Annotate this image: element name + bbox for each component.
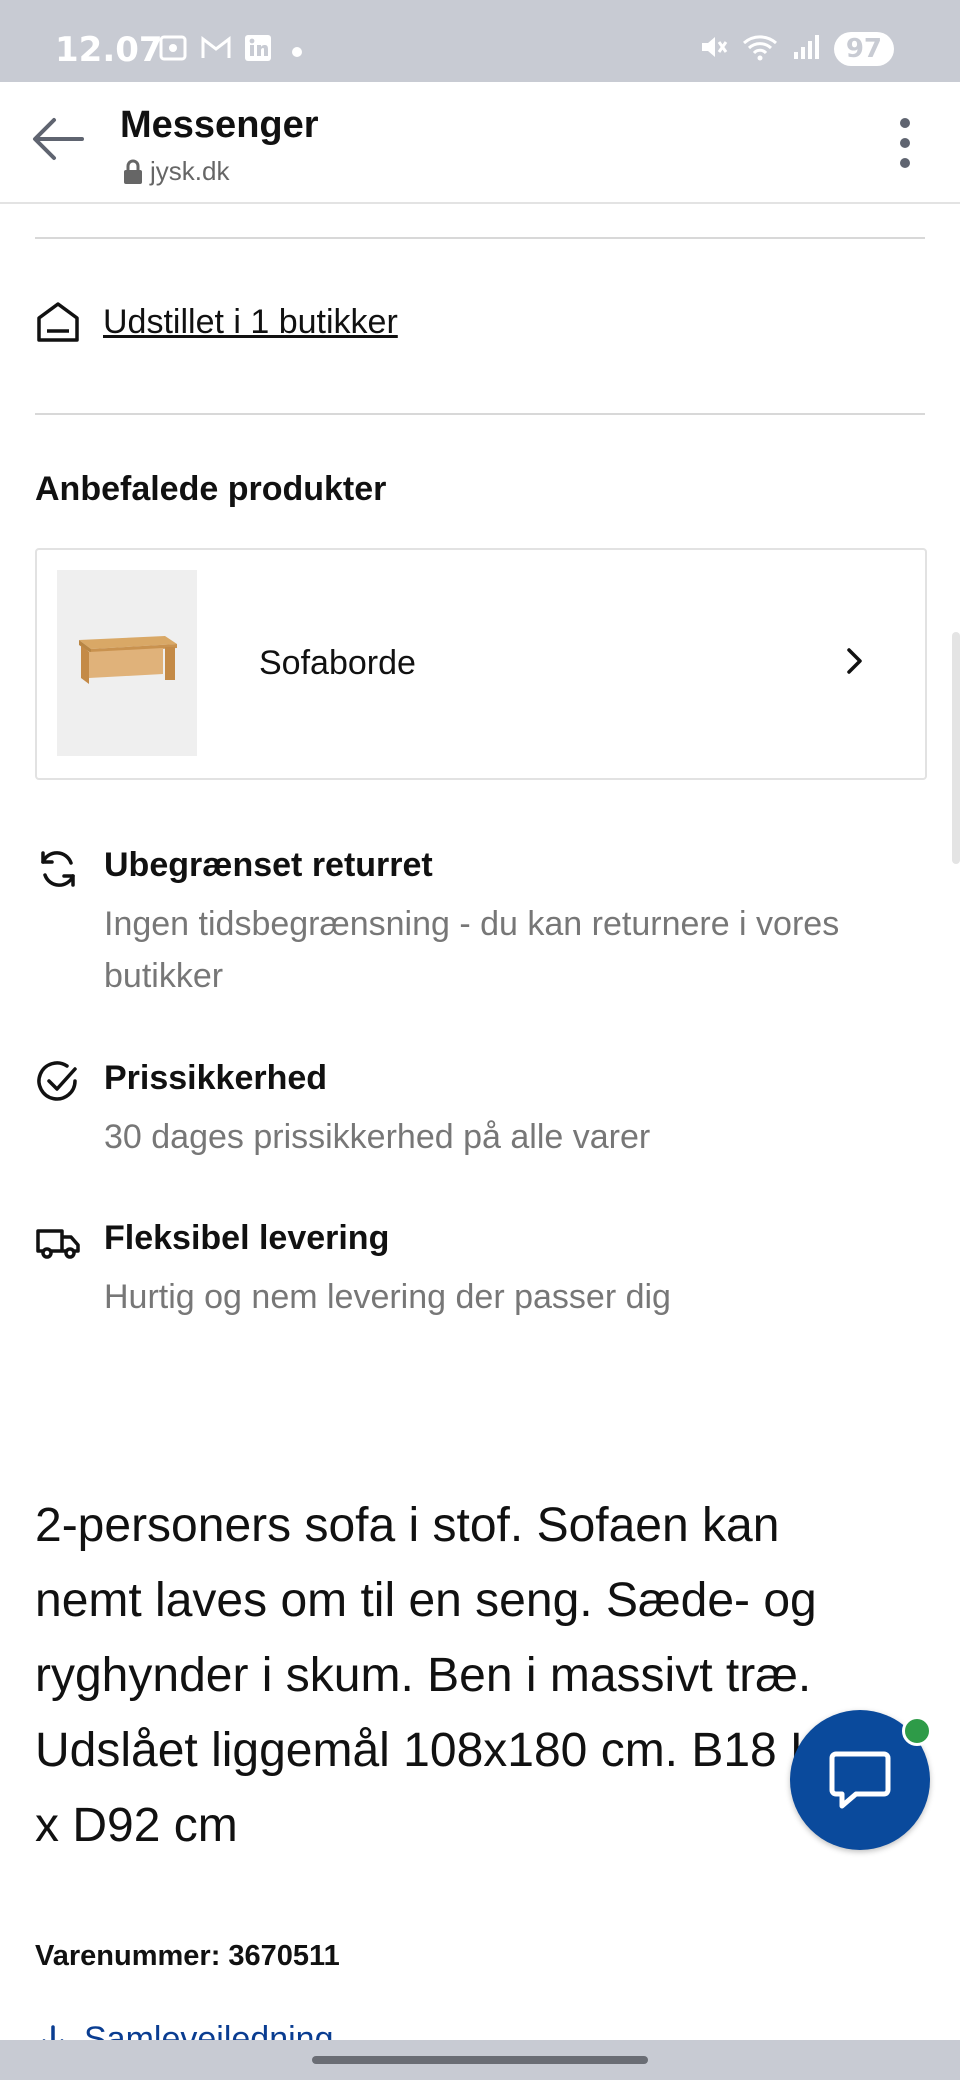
linkedin-icon <box>244 34 272 69</box>
feature-title: Fleksibel levering <box>104 1219 390 1257</box>
status-time: 12.07 <box>55 30 163 70</box>
chevron-right-icon <box>845 646 865 681</box>
divider <box>35 413 925 415</box>
recommended-title: Anbefalede produkter <box>35 470 387 508</box>
product-description: 2-personers sofa i stof. Sofaen kan nemt… <box>35 1499 879 1852</box>
feature-description: Ingen tidsbegrænsning - du kan returnere… <box>104 905 840 995</box>
truck-icon <box>36 1229 80 1259</box>
feature-delivery: Fleksibel levering Hurtig og nem leverin… <box>35 1219 935 1329</box>
recommended-item-label: Sofaborde <box>259 644 416 682</box>
system-icons: 97 <box>698 32 894 66</box>
feature-returns: Ubegrænset returret Ingen tidsbegrænsnin… <box>35 846 935 1006</box>
url-text: jysk.dk <box>150 156 230 186</box>
battery-indicator: 97 <box>833 32 894 66</box>
coffee-table-image <box>57 570 197 756</box>
divider <box>35 237 925 239</box>
online-status-dot <box>902 1716 932 1746</box>
overflow-menu-button[interactable] <box>898 116 912 170</box>
stores-link[interactable]: Udstillet i 1 butikker <box>103 303 398 342</box>
signal-icon <box>792 33 820 65</box>
chat-bubble-icon <box>829 1751 891 1809</box>
feature-description: Hurtig og nem levering der passer dig <box>104 1278 671 1316</box>
home-gesture-handle[interactable] <box>312 2056 648 2064</box>
feature-description: 30 dages prissikkerhed på alle varer <box>104 1118 651 1156</box>
mute-icon <box>698 33 728 65</box>
wifi-icon <box>742 33 778 65</box>
system-navigation-bar <box>0 2040 960 2080</box>
refresh-icon <box>41 851 75 887</box>
page-url: jysk.dk <box>122 156 229 187</box>
feature-price-guarantee: Prissikkerhed 30 dages prissikkerhed på … <box>35 1059 935 1169</box>
arrow-left-icon <box>33 118 84 160</box>
more-vertical-icon <box>900 118 910 168</box>
more-notifications-dot <box>292 46 302 57</box>
notification-icons <box>158 34 302 69</box>
recommended-product-card[interactable]: Sofaborde <box>35 548 927 780</box>
check-circle-icon <box>37 1061 77 1101</box>
feature-title: Prissikkerhed <box>104 1059 328 1097</box>
lock-icon <box>124 159 142 184</box>
app-title: Messenger <box>120 104 319 146</box>
back-button[interactable] <box>30 114 90 164</box>
chat-button[interactable] <box>790 1710 932 1850</box>
status-bar: 12.07 97 <box>0 0 960 82</box>
scrollbar[interactable] <box>952 632 960 864</box>
app-bar: Messenger jysk.dk <box>0 82 960 204</box>
screen-record-icon <box>158 34 188 69</box>
store-icon <box>37 302 79 342</box>
product-sku: Varenummer: 3670511 <box>35 1940 340 1972</box>
feature-title: Ubegrænset returret <box>104 846 433 884</box>
gmail-icon <box>200 35 232 68</box>
stores-row[interactable]: Udstillet i 1 butikker <box>35 300 398 344</box>
